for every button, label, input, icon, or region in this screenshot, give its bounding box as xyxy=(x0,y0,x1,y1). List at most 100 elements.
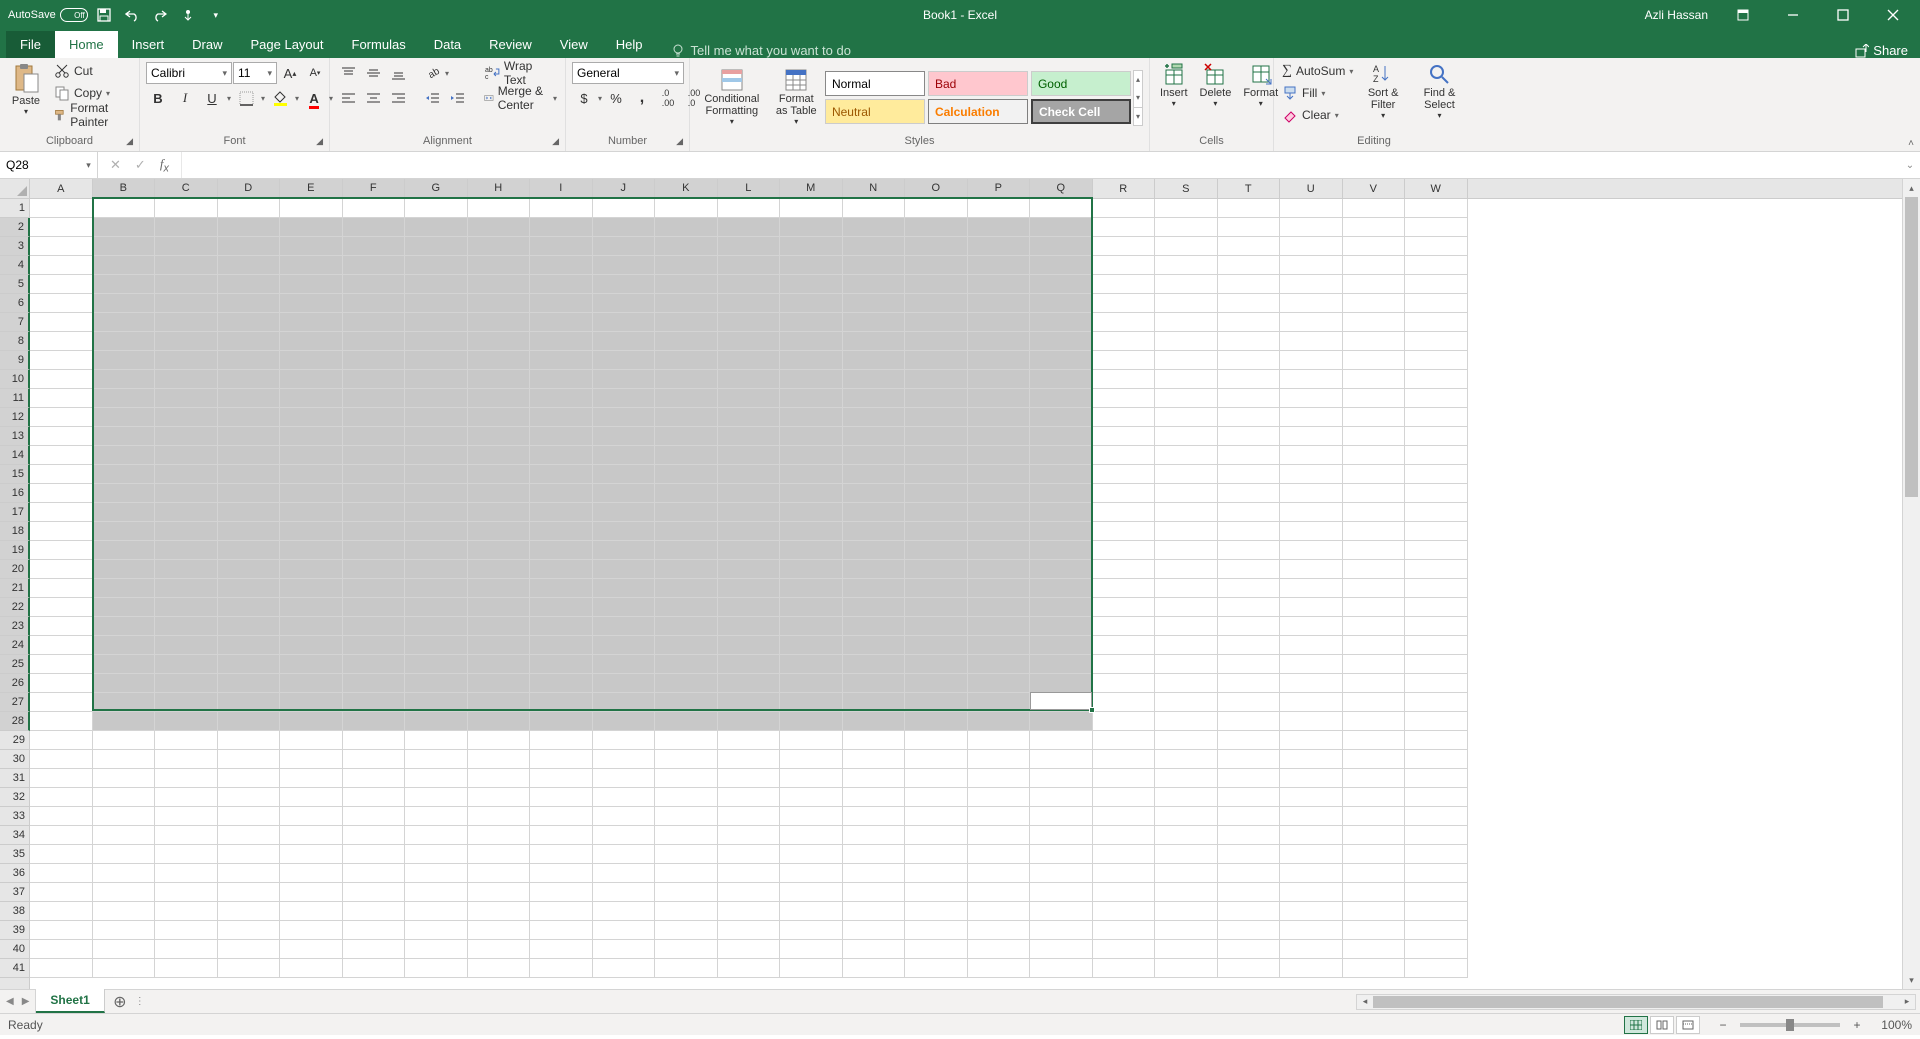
row-header[interactable]: 21 xyxy=(0,579,30,598)
cell[interactable] xyxy=(155,408,218,427)
row-header[interactable]: 25 xyxy=(0,655,30,674)
cell[interactable] xyxy=(218,522,281,541)
cell[interactable] xyxy=(405,199,468,218)
row-header[interactable]: 27 xyxy=(0,693,30,712)
tab-formulas[interactable]: Formulas xyxy=(338,31,420,58)
cell[interactable] xyxy=(218,845,281,864)
cell[interactable] xyxy=(155,503,218,522)
cell[interactable] xyxy=(218,389,281,408)
cell[interactable] xyxy=(1218,256,1281,275)
cell[interactable] xyxy=(218,427,281,446)
tab-page-layout[interactable]: Page Layout xyxy=(237,31,338,58)
cell[interactable] xyxy=(593,921,656,940)
cell[interactable] xyxy=(843,636,906,655)
ribbon-display-icon[interactable] xyxy=(1720,0,1766,30)
cell[interactable] xyxy=(1218,693,1281,712)
cell[interactable] xyxy=(968,826,1031,845)
cell[interactable] xyxy=(1030,218,1093,237)
cell[interactable] xyxy=(1030,522,1093,541)
cell[interactable] xyxy=(218,465,281,484)
cell[interactable] xyxy=(593,465,656,484)
cell[interactable] xyxy=(655,579,718,598)
row-header[interactable]: 8 xyxy=(0,332,30,351)
cell[interactable] xyxy=(405,674,468,693)
cell[interactable] xyxy=(1280,313,1343,332)
cell[interactable] xyxy=(1155,446,1218,465)
cell[interactable] xyxy=(968,902,1031,921)
cell[interactable] xyxy=(1155,389,1218,408)
cell[interactable] xyxy=(280,636,343,655)
find-select-button[interactable]: Find & Select▾ xyxy=(1411,60,1468,123)
style-normal[interactable]: Normal xyxy=(825,71,925,96)
cell[interactable] xyxy=(93,351,156,370)
cell[interactable] xyxy=(718,389,781,408)
cell[interactable] xyxy=(218,294,281,313)
sort-filter-button[interactable]: AZSort & Filter▾ xyxy=(1357,60,1409,123)
cell[interactable] xyxy=(1155,655,1218,674)
cell[interactable] xyxy=(1343,712,1406,731)
cell[interactable] xyxy=(1218,769,1281,788)
cell[interactable] xyxy=(968,408,1031,427)
underline-dropdown[interactable]: ▾ xyxy=(227,94,231,103)
sheet-nav-prev[interactable]: ◀ xyxy=(6,996,14,1007)
cell[interactable] xyxy=(343,294,406,313)
cell[interactable] xyxy=(218,788,281,807)
cell[interactable] xyxy=(530,712,593,731)
cell[interactable] xyxy=(718,218,781,237)
cell[interactable] xyxy=(530,332,593,351)
cell[interactable] xyxy=(655,294,718,313)
cell[interactable] xyxy=(343,389,406,408)
cell[interactable] xyxy=(468,370,531,389)
cell[interactable] xyxy=(405,541,468,560)
row-header[interactable]: 35 xyxy=(0,845,29,864)
cell[interactable] xyxy=(30,579,93,598)
cell[interactable] xyxy=(780,294,843,313)
column-header[interactable]: L xyxy=(718,179,781,199)
cell[interactable] xyxy=(93,427,156,446)
cell[interactable] xyxy=(155,560,218,579)
cell[interactable] xyxy=(843,617,906,636)
cell[interactable] xyxy=(905,256,968,275)
cell[interactable] xyxy=(30,617,93,636)
cell[interactable] xyxy=(30,408,93,427)
cell[interactable] xyxy=(1030,769,1093,788)
cell[interactable] xyxy=(218,598,281,617)
align-middle-icon[interactable] xyxy=(361,62,385,84)
fill-button[interactable]: Fill ▾ xyxy=(1280,82,1327,104)
cell[interactable] xyxy=(405,864,468,883)
cell[interactable] xyxy=(1280,674,1343,693)
row-header[interactable]: 12 xyxy=(0,408,30,427)
cell[interactable] xyxy=(1218,427,1281,446)
cell[interactable] xyxy=(593,712,656,731)
cell[interactable] xyxy=(718,522,781,541)
cell[interactable] xyxy=(968,788,1031,807)
cell[interactable] xyxy=(405,579,468,598)
cell[interactable] xyxy=(905,294,968,313)
cell[interactable] xyxy=(780,788,843,807)
cell[interactable] xyxy=(155,351,218,370)
cell[interactable] xyxy=(780,446,843,465)
cell[interactable] xyxy=(93,332,156,351)
row-header[interactable]: 34 xyxy=(0,826,29,845)
hscroll-track[interactable] xyxy=(1373,995,1899,1009)
cell[interactable] xyxy=(1093,769,1156,788)
cell[interactable] xyxy=(155,636,218,655)
cell[interactable] xyxy=(343,693,406,712)
cell[interactable] xyxy=(1218,712,1281,731)
cell[interactable] xyxy=(1093,902,1156,921)
cell[interactable] xyxy=(968,427,1031,446)
cell[interactable] xyxy=(1030,389,1093,408)
cell[interactable] xyxy=(343,655,406,674)
cell[interactable] xyxy=(1030,503,1093,522)
cell[interactable] xyxy=(968,446,1031,465)
row-header[interactable]: 33 xyxy=(0,807,29,826)
cell[interactable] xyxy=(343,902,406,921)
cell[interactable] xyxy=(905,332,968,351)
cell[interactable] xyxy=(1030,598,1093,617)
cell[interactable] xyxy=(155,731,218,750)
cell[interactable] xyxy=(905,237,968,256)
cell[interactable] xyxy=(530,674,593,693)
cell[interactable] xyxy=(30,883,93,902)
clear-button[interactable]: Clear ▾ xyxy=(1280,104,1341,126)
cell[interactable] xyxy=(593,864,656,883)
